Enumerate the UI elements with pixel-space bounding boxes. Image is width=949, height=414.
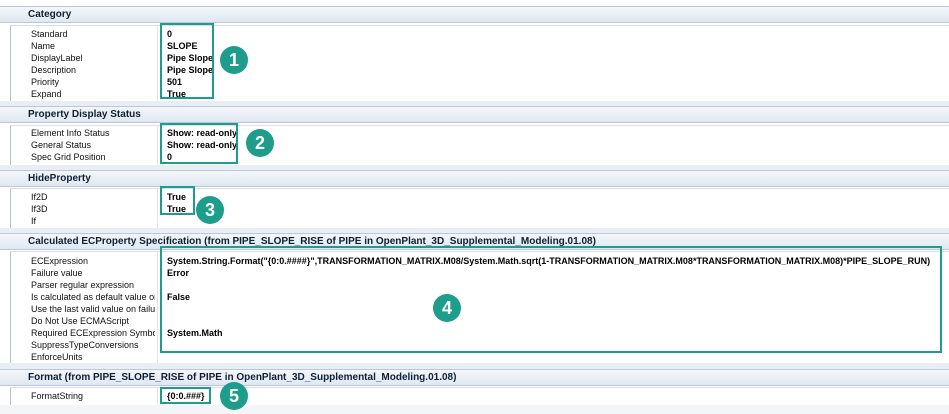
property-key: General Status: [31, 140, 92, 150]
property-key: Parser regular expression: [31, 280, 135, 290]
property-row[interactable]: FormatString {0:0.###}: [11, 391, 940, 403]
section-header[interactable]: Category: [0, 6, 949, 23]
highlight-box: [160, 387, 211, 404]
property-key: If: [31, 216, 37, 226]
section-title: Property Display Status: [28, 109, 141, 120]
callout-badge: 3: [196, 196, 224, 224]
property-row[interactable]: Standard 0: [11, 29, 940, 41]
property-row[interactable]: General Status Show: read-only: [11, 140, 940, 152]
highlight-box: [160, 123, 238, 164]
section-header[interactable]: HideProperty: [0, 170, 949, 187]
section-title: Category: [28, 9, 72, 20]
property-row[interactable]: Description Pipe Slope: [11, 65, 940, 77]
property-key: Required ECExpression SymbolSets: [31, 328, 155, 338]
property-row[interactable]: Priority 501: [11, 77, 940, 89]
property-key: Spec Grid Position: [31, 152, 106, 162]
property-grid: If2D True If3D True If: [10, 188, 949, 229]
callout-badge: 4: [433, 294, 461, 322]
property-key: Use the last valid value on failure: [31, 304, 155, 314]
section-title: Format (from PIPE_SLOPE_RISE of PIPE in …: [28, 372, 457, 383]
property-key: If3D: [31, 204, 48, 214]
property-key: EnforceUnits: [31, 352, 83, 362]
property-key: Priority: [31, 77, 60, 87]
callout-badge: 2: [246, 129, 274, 157]
highlight-box: [160, 186, 195, 215]
bottom-padding: [0, 405, 949, 414]
property-key: Description: [31, 65, 77, 75]
property-key: DisplayLabel: [31, 53, 83, 63]
property-key: Do Not Use ECMAScript: [31, 316, 130, 326]
property-key: ECExpression: [31, 256, 89, 266]
callout-badge: 5: [220, 382, 248, 410]
property-key: FormatString: [31, 391, 84, 401]
property-key: Failure value: [31, 268, 83, 278]
property-row[interactable]: Element Info Status Show: read-only: [11, 128, 940, 140]
property-key: Name: [31, 41, 56, 51]
property-grid: Element Info Status Show: read-only Gener…: [10, 125, 949, 166]
property-row[interactable]: If3D True: [11, 204, 940, 216]
property-grid: Standard 0 Name SLOPE DisplayLabel Pipe Slo…: [10, 25, 949, 102]
highlight-box: [160, 23, 214, 99]
callout-badge: 1: [220, 46, 248, 74]
property-key: SuppressTypeConversions: [31, 340, 139, 350]
property-row[interactable]: Spec Grid Position 0: [11, 152, 940, 164]
highlight-box: [160, 246, 942, 353]
section-header[interactable]: Property Display Status: [0, 106, 949, 123]
property-key: Expand: [31, 89, 62, 99]
property-row[interactable]: Name SLOPE: [11, 41, 940, 53]
property-row[interactable]: Expand True: [11, 89, 940, 101]
section-header[interactable]: Format (from PIPE_SLOPE_RISE of PIPE in …: [0, 369, 949, 386]
property-key: Is calculated as default value only: [31, 292, 155, 302]
property-key: If2D: [31, 192, 48, 202]
property-row[interactable]: DisplayLabel Pipe Slope: [11, 53, 940, 65]
property-key: Standard: [31, 29, 68, 39]
section-title: HideProperty: [28, 173, 91, 184]
property-row[interactable]: If2D True: [11, 192, 940, 204]
property-key: Element Info Status: [31, 128, 110, 138]
property-grid: FormatString {0:0.###}: [10, 387, 949, 406]
property-row[interactable]: If: [11, 216, 940, 228]
